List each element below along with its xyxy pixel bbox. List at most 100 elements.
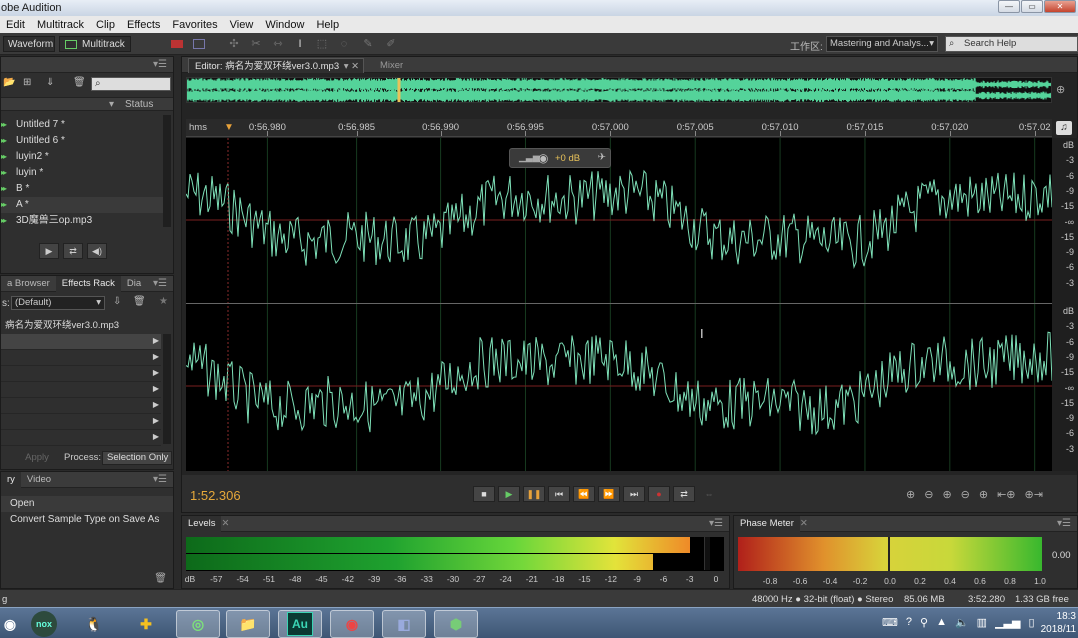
spot-healing-icon[interactable]: ✐ bbox=[385, 38, 397, 50]
panel-menu-icon[interactable]: ▾☰ bbox=[153, 59, 167, 70]
tab-media-browser[interactable]: a Browser bbox=[1, 276, 56, 292]
file-list-item[interactable]: B * bbox=[1, 181, 165, 197]
spectral-pitch-icon[interactable] bbox=[193, 39, 205, 49]
menu-window[interactable]: Window bbox=[259, 19, 310, 31]
file-list-item[interactable]: A * bbox=[1, 197, 165, 213]
zoom-in-amplitude-icon[interactable]: ⊕ bbox=[906, 488, 915, 501]
tab-effects-rack[interactable]: Effects Rack bbox=[55, 275, 121, 292]
zoom-out-time-icon[interactable]: ⊖ bbox=[961, 488, 970, 501]
playhead-marker-icon[interactable]: ▼ bbox=[224, 122, 234, 133]
search-help-input[interactable]: ⌕ Search Help bbox=[945, 36, 1078, 52]
effect-slot[interactable] bbox=[1, 334, 161, 350]
save-preset-icon[interactable]: ⇩ bbox=[113, 296, 121, 307]
razor-tool-icon[interactable]: ✂ bbox=[250, 38, 262, 50]
waveform-button[interactable]: Waveform bbox=[3, 36, 55, 52]
tab-levels[interactable]: Levels bbox=[182, 515, 222, 532]
menu-favorites[interactable]: Favorites bbox=[166, 19, 223, 31]
waveform-display[interactable]: I bbox=[186, 138, 1052, 471]
effect-slot[interactable] bbox=[1, 350, 161, 366]
preset-select[interactable]: (Default) bbox=[11, 296, 105, 310]
close-tab-icon[interactable]: ✕ bbox=[800, 518, 808, 529]
autoplay-button[interactable]: ◀) bbox=[87, 243, 107, 259]
menu-edit[interactable]: Edit bbox=[0, 19, 31, 31]
menu-multitrack[interactable]: Multitrack bbox=[31, 19, 90, 31]
battery-icon[interactable]: ▯ bbox=[1028, 616, 1034, 629]
record-button[interactable]: ● bbox=[648, 486, 670, 502]
rewind-button[interactable]: ⏪ bbox=[573, 486, 595, 502]
tab-diagnostics[interactable]: Dia bbox=[121, 276, 147, 292]
volume-knob-icon[interactable]: ◉ bbox=[538, 151, 548, 165]
insert-into-multitrack-icon[interactable]: ⇓ bbox=[46, 77, 54, 88]
workspace-select[interactable]: Mastering and Analys... ▾ bbox=[826, 36, 938, 52]
tab-phase-meter[interactable]: Phase Meter bbox=[734, 515, 800, 532]
favorite-star-icon[interactable]: ★ bbox=[159, 296, 168, 307]
effect-slot[interactable] bbox=[1, 366, 161, 382]
browser-app-icon[interactable]: ◎ bbox=[176, 610, 220, 638]
open-file-icon[interactable]: 📂 bbox=[3, 77, 15, 88]
play-button[interactable]: ▶ bbox=[498, 486, 520, 502]
maximize-button[interactable]: ▭ bbox=[1021, 0, 1043, 13]
preview-play-button[interactable]: ▶ bbox=[39, 243, 59, 259]
panel-menu-icon[interactable]: ▾☰ bbox=[1057, 518, 1071, 529]
volume-icon[interactable]: 🔈 bbox=[955, 616, 969, 629]
history-item[interactable]: Convert Sample Type on Save As bbox=[1, 512, 173, 528]
pin-icon[interactable]: ✈ bbox=[598, 152, 606, 163]
preview-loop-button[interactable]: ⇄ bbox=[63, 243, 83, 259]
file-list-item[interactable]: 3D魔兽三op.mp3 bbox=[1, 213, 165, 229]
clip-indicator[interactable] bbox=[704, 537, 710, 570]
tab-video[interactable]: Video bbox=[21, 472, 57, 488]
menu-help[interactable]: Help bbox=[310, 19, 345, 31]
import-file-icon[interactable]: ⊞ bbox=[23, 77, 31, 88]
history-item[interactable]: Open bbox=[1, 496, 173, 512]
panel-menu-icon[interactable]: ▾☰ bbox=[153, 278, 167, 289]
show-hidden-icon[interactable]: ▲ bbox=[936, 616, 947, 629]
files-search-input[interactable]: ⌕ bbox=[91, 77, 171, 91]
zoom-out-point-icon[interactable]: ⊕⇥ bbox=[1025, 488, 1043, 501]
sort-icon[interactable]: ▾ bbox=[109, 99, 114, 110]
headphones-icon[interactable]: ♫ bbox=[1056, 121, 1072, 135]
effect-slot[interactable] bbox=[1, 430, 161, 446]
move-to-end-button[interactable]: ⏭ bbox=[623, 486, 645, 502]
pause-button[interactable]: ❚❚ bbox=[523, 486, 545, 502]
zoom-in-time-icon[interactable]: ⊕ bbox=[942, 488, 951, 501]
spectral-frequency-icon[interactable] bbox=[171, 40, 183, 48]
zoom-out-amplitude-icon[interactable]: ⊖ bbox=[924, 488, 933, 501]
lasso-tool-icon[interactable]: ◌ bbox=[338, 38, 350, 50]
zoom-out-full-icon[interactable]: ⊕ bbox=[979, 488, 988, 501]
zoom-in-point-icon[interactable]: ⇤⊕ bbox=[997, 488, 1015, 501]
help-icon[interactable]: ? bbox=[906, 616, 912, 629]
plus-app-icon[interactable]: ✚ bbox=[124, 610, 168, 638]
network-icon[interactable]: ▥ bbox=[977, 616, 987, 629]
game-app-icon[interactable]: ⬢ bbox=[434, 610, 478, 638]
chevron-down-icon[interactable]: ▾ ✕ bbox=[344, 59, 359, 74]
input-method-icon[interactable]: ⚲ bbox=[920, 616, 928, 629]
trash-icon[interactable]: 🗑 bbox=[73, 77, 86, 88]
recorder-app-icon[interactable]: ◉ bbox=[330, 610, 374, 638]
status-column-header[interactable]: Status bbox=[125, 99, 153, 110]
keyboard-icon[interactable]: ⌨ bbox=[882, 616, 898, 629]
multitrack-button[interactable]: Multitrack bbox=[59, 36, 131, 52]
effect-slot[interactable] bbox=[1, 382, 161, 398]
waveform-overview[interactable] bbox=[186, 77, 1052, 103]
delete-preset-icon[interactable]: 🗑 bbox=[133, 296, 146, 307]
slip-tool-icon[interactable]: ⇿ bbox=[272, 38, 284, 50]
nox-app-icon[interactable]: nox bbox=[22, 610, 66, 638]
menu-clip[interactable]: Clip bbox=[90, 19, 121, 31]
time-ruler[interactable]: hms ▼ 0:56.980 0:56.985 0:56.990 0:56.995 0:… bbox=[186, 119, 1052, 137]
fast-forward-button[interactable]: ⏩ bbox=[598, 486, 620, 502]
panel-menu-icon[interactable]: ▾☰ bbox=[153, 474, 167, 485]
skip-selection-button[interactable]: ⇔ bbox=[698, 486, 720, 502]
explorer-app-icon[interactable]: 📁 bbox=[226, 610, 270, 638]
zoom-navigator-icon[interactable]: ⊕ bbox=[1056, 83, 1065, 96]
volume-hud[interactable]: ▁▃▅ ◉ +0 dB ✈ bbox=[509, 148, 611, 168]
loop-playback-button[interactable]: ⇄ bbox=[673, 486, 695, 502]
time-selection-tool-icon[interactable]: I bbox=[294, 38, 306, 50]
menu-view[interactable]: View bbox=[224, 19, 260, 31]
effect-slot[interactable] bbox=[1, 414, 161, 430]
file-list-item[interactable]: luyin2 * bbox=[1, 149, 165, 165]
file-list-item[interactable]: Untitled 7 * bbox=[1, 117, 165, 133]
tab-mixer[interactable]: Mixer bbox=[372, 58, 411, 73]
file-list-item[interactable]: Untitled 6 * bbox=[1, 133, 165, 149]
system-clock[interactable]: 18:3 2018/11 bbox=[1041, 610, 1076, 636]
apply-button[interactable]: Apply bbox=[17, 451, 57, 465]
